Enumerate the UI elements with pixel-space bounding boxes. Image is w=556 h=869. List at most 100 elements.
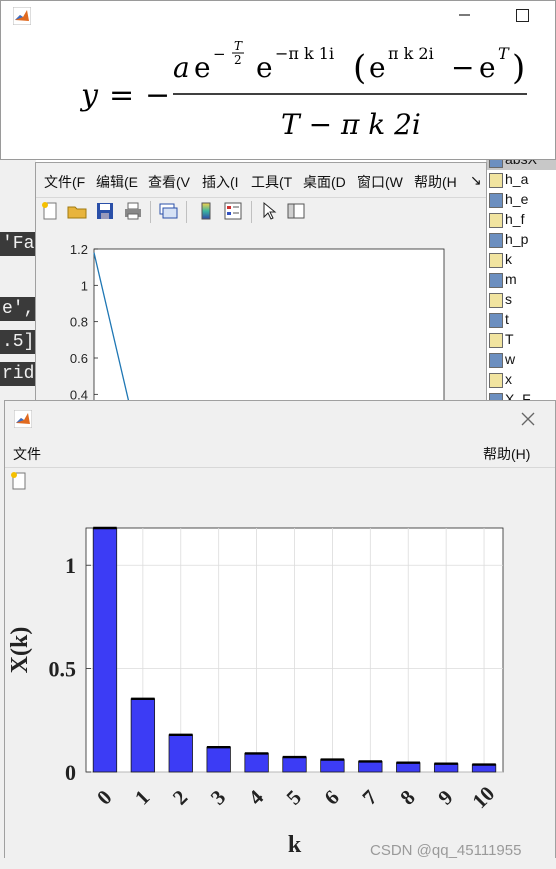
exp3: π k 2i bbox=[388, 44, 434, 63]
bar bbox=[130, 698, 156, 773]
exp2: −π k 1i bbox=[275, 44, 334, 63]
toolbar-divider bbox=[186, 201, 187, 223]
equation-equals: = bbox=[109, 78, 134, 113]
status-bar bbox=[0, 858, 556, 869]
pointer-icon[interactable] bbox=[259, 201, 279, 221]
menu-overflow-icon[interactable]: ↘ bbox=[470, 172, 482, 189]
y-tick-label: 1 bbox=[81, 278, 88, 293]
legend-icon[interactable] bbox=[223, 201, 243, 221]
link-plot-icon[interactable] bbox=[158, 201, 178, 221]
y-tick-label: 1 bbox=[65, 553, 76, 578]
toolbar bbox=[36, 197, 486, 226]
workspace-item-label: w bbox=[505, 351, 516, 367]
x-tick-label: 9 bbox=[433, 785, 457, 809]
workspace-item-label: k bbox=[505, 251, 512, 267]
new-figure-icon[interactable] bbox=[40, 201, 60, 221]
bar-chart: 00.510 1 2 3 4 5 6 7 8 9 10kX(k) bbox=[7, 526, 504, 857]
workspace-item[interactable]: h_e bbox=[487, 190, 556, 210]
numerator-e4: e bbox=[479, 51, 496, 84]
menu-edit[interactable]: 编辑(E bbox=[96, 172, 138, 192]
figure-window-bar: 文件 帮助(H) 0 0.5 1 0 1 2 3 4 5 6 7 8 9 10 k X(k) bbox=[4, 400, 556, 860]
menu-desktop[interactable]: 桌面(D bbox=[303, 172, 346, 192]
variable-icon bbox=[489, 233, 503, 248]
print-icon[interactable] bbox=[123, 201, 143, 221]
variable-icon bbox=[489, 333, 503, 348]
exp1-den: 2 bbox=[234, 53, 242, 67]
menu-help[interactable]: 帮助(H) bbox=[483, 444, 530, 464]
open-icon[interactable] bbox=[67, 201, 87, 221]
bar bbox=[168, 734, 193, 773]
variable-icon bbox=[489, 213, 503, 228]
equation-display: y = − a e − T 2 e −π k 1i ( e π k 2i − e… bbox=[79, 39, 527, 141]
equation-lhs: y bbox=[79, 78, 99, 113]
workspace-item[interactable]: k bbox=[487, 250, 556, 270]
exp1-minus: − bbox=[213, 45, 226, 63]
x-tick-label: 1 bbox=[130, 785, 154, 809]
equation-sign: − bbox=[145, 78, 170, 113]
equation-window: y = − a e − T 2 e −π k 1i ( e π k 2i − e… bbox=[0, 0, 556, 160]
variable-icon bbox=[489, 173, 503, 188]
workspace-item-label: h_a bbox=[505, 171, 529, 187]
menu-window[interactable]: 窗口(W bbox=[357, 172, 403, 192]
workspace-item-label: t bbox=[505, 311, 509, 327]
bar bbox=[244, 752, 269, 773]
x-axis-label: k bbox=[288, 832, 302, 857]
numerator-minus: − bbox=[451, 51, 474, 84]
variable-icon bbox=[489, 353, 503, 368]
toolbar-divider bbox=[150, 201, 151, 223]
workspace-item[interactable]: s bbox=[487, 290, 556, 310]
workspace-item[interactable]: h_p bbox=[487, 230, 556, 250]
workspace-item[interactable]: h_a bbox=[487, 170, 556, 190]
variable-icon bbox=[489, 193, 503, 208]
variable-icon bbox=[489, 293, 503, 308]
variable-icon bbox=[489, 253, 503, 268]
colorbar-icon[interactable] bbox=[196, 201, 216, 221]
variable-icon bbox=[489, 313, 503, 328]
bar bbox=[282, 756, 307, 773]
x-tick-label: 0 bbox=[92, 785, 116, 809]
x-tick-label: 6 bbox=[320, 785, 344, 809]
variable-icon bbox=[489, 273, 503, 288]
matlab-icon bbox=[14, 410, 32, 428]
workspace-item[interactable]: T bbox=[487, 330, 556, 350]
menu-file[interactable]: 文件 bbox=[13, 444, 41, 464]
menu-view[interactable]: 查看(V bbox=[148, 172, 190, 192]
maximize-icon[interactable] bbox=[516, 9, 529, 22]
workspace-item[interactable]: m bbox=[487, 270, 556, 290]
exp1-num: T bbox=[234, 39, 243, 53]
y-tick-label: 0.8 bbox=[70, 315, 88, 330]
workspace-item-label: T bbox=[505, 331, 514, 347]
title-bar bbox=[1, 1, 555, 31]
menu-insert[interactable]: 插入(I bbox=[202, 172, 239, 192]
x-tick-label: 3 bbox=[206, 785, 230, 809]
menu-help[interactable]: 帮助(H bbox=[414, 172, 457, 192]
x-tick-label: 4 bbox=[244, 785, 269, 810]
close-icon[interactable] bbox=[521, 412, 535, 426]
variable-icon bbox=[489, 373, 503, 388]
workspace-item[interactable]: x bbox=[487, 370, 556, 390]
menu-file[interactable]: 文件(F bbox=[44, 172, 85, 192]
workspace-item[interactable]: h_f bbox=[487, 210, 556, 230]
workspace-item-label: x bbox=[505, 371, 512, 387]
x-tick-label: 5 bbox=[282, 785, 306, 809]
numerator-e2: e bbox=[256, 51, 273, 84]
y-tick-label: 1.2 bbox=[70, 242, 88, 257]
y-axis-label: X(k) bbox=[7, 627, 33, 674]
x-tick-label: 7 bbox=[357, 785, 381, 809]
bar bbox=[358, 761, 383, 773]
workspace-item-label: h_f bbox=[505, 211, 525, 227]
bar bbox=[396, 762, 421, 773]
property-editor-icon[interactable] bbox=[286, 201, 306, 221]
y-tick-label: 0.6 bbox=[70, 351, 88, 366]
minimize-icon[interactable] bbox=[459, 9, 471, 21]
new-figure-icon[interactable] bbox=[9, 471, 29, 491]
matlab-icon bbox=[13, 7, 31, 25]
workspace-item[interactable]: t bbox=[487, 310, 556, 330]
y-tick-label: 0.5 bbox=[49, 657, 77, 682]
save-icon[interactable] bbox=[95, 201, 115, 221]
menu-tools[interactable]: 工具(T bbox=[251, 172, 292, 192]
workspace-item[interactable]: w bbox=[487, 350, 556, 370]
toolbar-divider bbox=[251, 201, 252, 223]
workspace-item-label: h_p bbox=[505, 231, 529, 247]
bar bbox=[92, 527, 118, 773]
